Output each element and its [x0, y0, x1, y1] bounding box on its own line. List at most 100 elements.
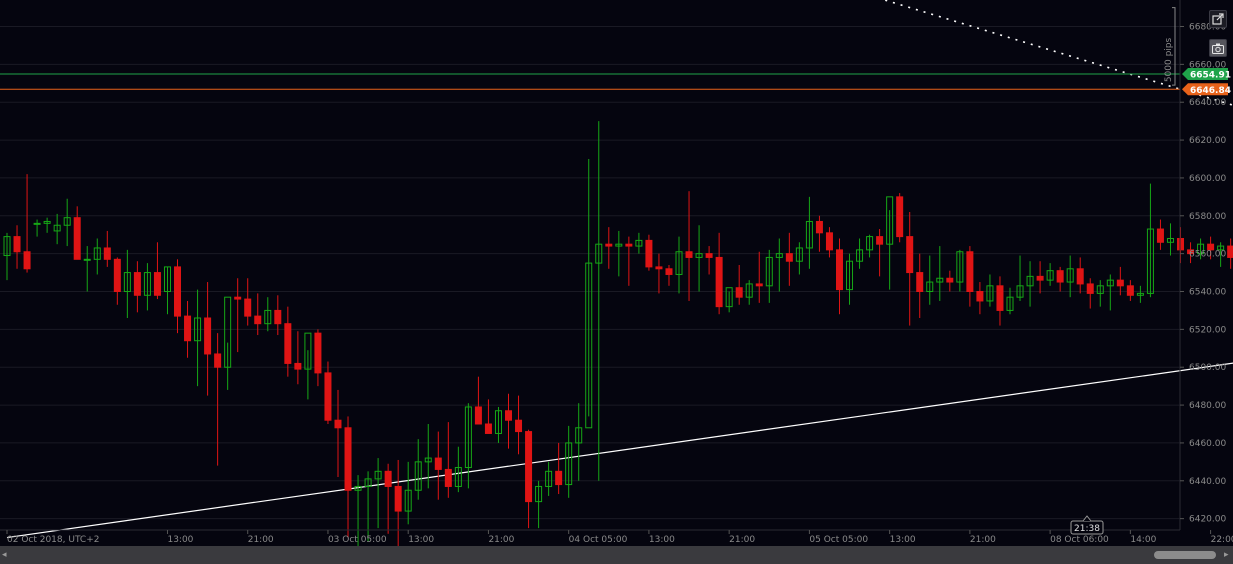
- candle: [133, 261, 141, 313]
- candle: [23, 174, 31, 273]
- candle: [815, 215, 823, 252]
- candle-body: [625, 243, 633, 247]
- candle: [174, 259, 182, 334]
- candle-body: [103, 247, 111, 260]
- x-tick-label: 21:00: [248, 535, 274, 545]
- candle: [705, 246, 713, 275]
- candle: [986, 274, 994, 307]
- measure-tool: 5000 pips: [1164, 7, 1176, 86]
- horizontal-scrollbar[interactable]: ◂ ▸: [0, 546, 1233, 564]
- scroll-left-arrow[interactable]: ◂: [2, 550, 7, 560]
- x-tick-label: 21:00: [488, 535, 514, 545]
- candle: [1076, 257, 1084, 294]
- candle: [1026, 261, 1034, 307]
- candle: [1106, 274, 1114, 311]
- candle: [153, 242, 161, 300]
- candle: [1166, 223, 1174, 256]
- candle: [53, 213, 61, 245]
- candle-body: [515, 419, 523, 433]
- candle-body: [434, 457, 442, 470]
- candle-body: [815, 220, 823, 234]
- y-tick-label: 6480.00: [1189, 401, 1226, 411]
- candle-body: [294, 362, 302, 370]
- candle-body: [1036, 275, 1044, 281]
- candle-body: [444, 468, 452, 487]
- candle: [1086, 278, 1094, 309]
- external-link-icon[interactable]: [1209, 10, 1227, 28]
- candle-body: [1086, 283, 1094, 294]
- x-tick-label: 08 Oct 06:00: [1050, 535, 1109, 545]
- candle: [535, 480, 543, 529]
- candle-body: [13, 236, 21, 253]
- candle-body: [705, 253, 713, 258]
- candle: [143, 263, 151, 311]
- candle: [775, 238, 783, 292]
- candle: [1056, 266, 1064, 292]
- candle-body: [394, 485, 402, 512]
- candle-body: [876, 236, 884, 245]
- price-chart[interactable]: 6654.91 6646.84 6420.00 6440.00 6460.00 6480…: [0, 0, 1233, 546]
- candle: [715, 232, 723, 315]
- candle: [966, 246, 974, 307]
- candle: [785, 232, 793, 286]
- scroll-thumb[interactable]: [1154, 551, 1216, 559]
- candle: [745, 280, 753, 305]
- candle: [464, 403, 472, 489]
- candle: [1136, 285, 1144, 303]
- candle: [976, 282, 984, 315]
- candle-body: [344, 427, 352, 491]
- candle-body: [73, 217, 81, 260]
- y-tick-label: 6560.00: [1189, 250, 1226, 260]
- candle-body: [1177, 238, 1185, 251]
- candle-body: [976, 291, 984, 302]
- candle-body: [384, 470, 392, 487]
- camera-glyph: [1212, 43, 1224, 54]
- candle: [414, 439, 422, 500]
- y-tick-label: 6540.00: [1189, 288, 1226, 298]
- candle-body: [244, 298, 252, 317]
- candle: [795, 242, 803, 275]
- candle-layer: [3, 121, 1233, 546]
- candle: [825, 227, 833, 258]
- candle: [685, 191, 693, 301]
- candle-body: [204, 317, 212, 355]
- candle: [1096, 280, 1104, 307]
- scroll-right-arrow[interactable]: ▸: [1224, 550, 1229, 560]
- candle-body: [555, 470, 563, 486]
- crosshair-time-text: 21:38: [1074, 524, 1100, 534]
- candle: [444, 422, 452, 498]
- measure-label: 5000 pips: [1164, 37, 1174, 82]
- candle: [896, 193, 904, 243]
- camera-icon[interactable]: [1209, 39, 1227, 57]
- candle-body: [755, 283, 763, 287]
- candle: [625, 236, 633, 286]
- candle: [113, 257, 121, 305]
- candle: [364, 471, 372, 542]
- candle: [575, 403, 583, 481]
- candle: [1036, 261, 1044, 294]
- x-tick-label: 13:00: [890, 535, 916, 545]
- x-tick-label: 05 Oct 05:00: [809, 535, 868, 545]
- y-tick-label: 6420.00: [1189, 515, 1226, 525]
- candle-body: [996, 285, 1004, 311]
- x-tick-label: 03 Oct 05:00: [328, 535, 387, 545]
- candle: [344, 416, 352, 538]
- y-tick-label: 6640.00: [1189, 98, 1226, 108]
- candle-body: [33, 222, 41, 225]
- candle: [1177, 227, 1185, 264]
- candle: [454, 446, 462, 493]
- candle-body: [113, 258, 121, 293]
- candle: [505, 393, 512, 449]
- x-tick-label: 13:00: [649, 535, 675, 545]
- candle: [234, 278, 242, 353]
- candle: [1126, 280, 1134, 301]
- y-tick-label: 6580.00: [1189, 212, 1226, 222]
- candle: [324, 361, 332, 424]
- candle: [1156, 219, 1164, 250]
- candle: [264, 297, 272, 332]
- candle-body: [645, 239, 653, 268]
- candle-body: [655, 266, 663, 270]
- candle: [906, 212, 914, 326]
- candle: [434, 431, 442, 500]
- candle-body: [1126, 285, 1134, 296]
